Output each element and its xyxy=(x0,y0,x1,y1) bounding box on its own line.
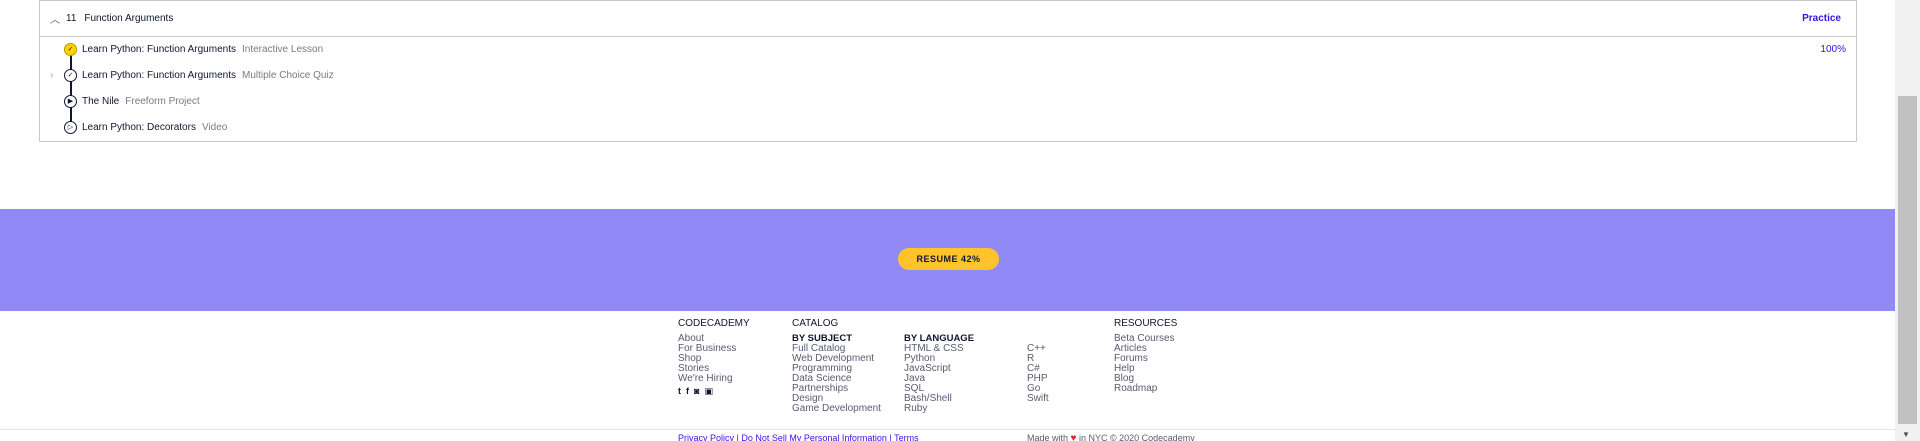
content-item-name: The Nile xyxy=(82,95,120,107)
resume-button[interactable]: RESUME 42% xyxy=(898,248,999,270)
progress-percent: 100% xyxy=(1820,43,1846,55)
footer-col-languages-2: C++ R C# PHP Go Swift xyxy=(1027,344,1049,404)
content-item-name: Learn Python: Decorators xyxy=(82,121,196,133)
footer-col-catalog: CATALOG BY SUBJECT Full Catalog Web Deve… xyxy=(792,319,881,414)
footer-divider xyxy=(0,429,1895,430)
footer-link-subject[interactable]: Game Development xyxy=(792,404,881,414)
instagram-icon[interactable]: ◙ xyxy=(694,386,699,396)
content-item-name: Learn Python: Function Arguments xyxy=(82,69,236,81)
module-header[interactable]: ︿ 11 Function Arguments Practice xyxy=(40,0,1856,37)
content-item-project[interactable]: ▶ The Nile Freeform Project xyxy=(40,92,1856,110)
scrollbar-thumb[interactable] xyxy=(1898,96,1917,424)
check-complete-icon: ✓ xyxy=(64,42,77,56)
module-card: ︿ 11 Function Arguments Practice ✓ Learn… xyxy=(39,0,1857,142)
chevron-right-icon[interactable]: › xyxy=(50,70,53,81)
content-item-type: Interactive Lesson xyxy=(241,43,324,55)
vertical-scrollbar[interactable]: ▼ xyxy=(1895,0,1920,441)
footer-heading: RESOURCES xyxy=(1114,318,1178,329)
site-footer: CODECADEMY About For Business Shop Stori… xyxy=(0,311,1895,441)
facebook-icon[interactable]: f xyxy=(686,386,689,396)
content-item-type: Freeform Project xyxy=(125,95,200,107)
footer-heading: CATALOG xyxy=(792,318,839,329)
footer-heading: CODECADEMY xyxy=(678,318,750,329)
footer-link-hiring[interactable]: We're Hiring xyxy=(678,374,750,384)
footer-col-languages: BY LANGUAGE HTML & CSS Python JavaScript… xyxy=(904,334,974,414)
twitter-icon[interactable]: t xyxy=(678,386,681,396)
footer-col-resources: RESOURCES Beta Courses Articles Forums H… xyxy=(1114,319,1177,394)
footer-link-resource[interactable]: Roadmap xyxy=(1114,384,1177,394)
chevron-up-icon[interactable]: ︿ xyxy=(50,11,64,26)
youtube-icon[interactable]: ▣ xyxy=(704,386,713,396)
made-with-prefix: Made with xyxy=(1027,433,1069,441)
video-play-icon: ▷ xyxy=(64,120,77,134)
made-with-suffix: in NYC © 2020 Codecademy xyxy=(1079,433,1195,441)
legal-links[interactable]: Privacy Policy | Do Not Sell My Personal… xyxy=(678,433,919,441)
quiz-check-icon: ✓ xyxy=(64,68,77,82)
scroll-down-arrow-icon[interactable]: ▼ xyxy=(1902,430,1910,439)
content-item-name: Learn Python: Function Arguments xyxy=(82,43,236,55)
heart-icon: ♥ xyxy=(1070,433,1077,441)
footer-col-codecademy: CODECADEMY About For Business Shop Stori… xyxy=(678,318,750,397)
timeline-line xyxy=(70,48,72,128)
content-item-quiz[interactable]: › ✓ Learn Python: Function Arguments Mult… xyxy=(40,66,1856,84)
content-item-video[interactable]: ▷ Learn Python: Decorators Video xyxy=(40,118,1856,136)
footer-link-language[interactable]: Ruby xyxy=(904,404,974,414)
social-links: t f ◙ ▣ xyxy=(678,386,750,396)
made-with-text: Made with ♥ in NYC © 2020 Codecademy xyxy=(1027,433,1195,441)
footer-link-language[interactable]: Swift xyxy=(1027,394,1049,404)
content-item-type: Video xyxy=(201,121,228,133)
module-number: 11 xyxy=(66,13,77,24)
resume-banner: RESUME 42% xyxy=(0,209,1895,311)
content-item-lesson[interactable]: ✓ Learn Python: Function Arguments Intera… xyxy=(40,40,1856,58)
content-item-type: Multiple Choice Quiz xyxy=(241,69,334,81)
practice-link[interactable]: Practice xyxy=(1802,13,1841,24)
play-icon: ▶ xyxy=(64,94,77,108)
module-title: Function Arguments xyxy=(84,13,174,24)
